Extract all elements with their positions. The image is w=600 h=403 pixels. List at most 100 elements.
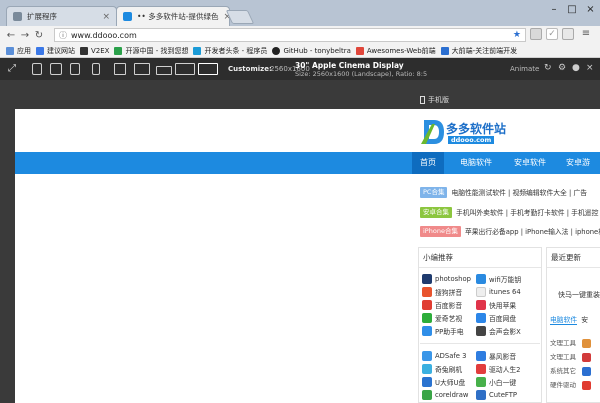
latest-row[interactable]: 系统其它 (550, 364, 591, 378)
check-icon[interactable]: ✓ (546, 28, 558, 40)
device-laptop-icon[interactable] (156, 66, 172, 75)
pick-item[interactable]: 会声会影X (476, 324, 521, 337)
tab-title: •• 多多软件站-提供绿色 (137, 12, 219, 21)
pick-item[interactable]: photoshop (422, 272, 476, 285)
forward-icon[interactable]: → (18, 30, 32, 41)
device-monitor-icon[interactable] (175, 63, 195, 75)
tab-title: 扩展程序 (27, 12, 57, 21)
bookmark-item[interactable]: GitHub - tonybeltra (272, 46, 351, 55)
device-title: 30" Apple Cinema Display (295, 61, 404, 70)
bookmark-item[interactable]: 大前端-关注前端开发 (440, 46, 517, 56)
close-emulator-icon[interactable]: × (586, 63, 594, 73)
mobile-version-link[interactable]: 手机版 (420, 95, 449, 105)
bookmark-item[interactable]: V2EX (80, 46, 109, 55)
device-monitor-icon[interactable] (198, 63, 218, 75)
extension-icon[interactable] (530, 28, 542, 40)
cast-icon[interactable] (562, 28, 574, 40)
android-collection-tag[interactable]: 安卓合集 (420, 206, 452, 218)
pick-item[interactable]: U大师U盘 (422, 375, 476, 388)
address-bar[interactable]: ⓘ www.ddooo.com ★ (54, 28, 526, 42)
latest-row[interactable]: 文理工具 (550, 336, 591, 350)
pick-row: coreldraw CuteFTP (422, 388, 540, 401)
pick-item[interactable]: itunes 64 (476, 285, 521, 298)
pick-item[interactable]: coreldraw (422, 388, 476, 401)
collection-links[interactable]: 苹果出行必备app | iPhone输入法 | iphone相 (465, 226, 600, 236)
device-tablet-icon[interactable] (114, 63, 126, 75)
pick-item[interactable]: 驱动人生2 (476, 362, 521, 375)
fullscreen-icon[interactable]: ⤢ (8, 63, 16, 74)
iphone-collection-row: iPhone合集 苹果出行必备app | iPhone输入法 | iphone相 (420, 225, 600, 237)
window-close-icon[interactable]: × (581, 0, 600, 18)
pick-item[interactable]: 奇兔刷机 (422, 362, 476, 375)
device-tablet-icon[interactable] (134, 63, 150, 75)
app-icon (422, 350, 432, 361)
pick-item[interactable]: wifi万能钥 (476, 272, 521, 285)
close-icon[interactable]: × (102, 12, 110, 22)
reload-icon[interactable]: ↻ (32, 30, 46, 41)
nav-android-software[interactable]: 安卓软件 (506, 152, 554, 174)
back-icon[interactable]: ← (4, 30, 18, 41)
panel-title: 最近更新 (547, 248, 600, 268)
app-icon (422, 312, 432, 323)
bookmark-icon (80, 46, 88, 55)
info-icon[interactable]: ● (572, 63, 580, 73)
tab-ddooo[interactable]: •• 多多软件站-提供绿色 × (116, 6, 230, 26)
app-icon (476, 299, 486, 310)
bookmark-icon (355, 46, 364, 55)
bookmark-item[interactable]: 建议网站 (36, 46, 75, 56)
latest-headline[interactable]: 快马一键重装 (558, 290, 600, 300)
pick-item[interactable]: 百度影音 (422, 298, 476, 311)
pick-item[interactable]: PP助手电 (422, 324, 476, 337)
iphone-collection-tag[interactable]: iPhone合集 (420, 225, 461, 237)
nav-home[interactable]: 首页 (412, 152, 444, 174)
pick-item[interactable]: ADSafe 3 (422, 349, 476, 362)
site-favicon-icon (123, 12, 132, 21)
tab-android[interactable]: 安 (581, 314, 588, 325)
bookmarks-bar: 应用 建议网站 V2EX 开源中国 - 找到您想 开发者头条 - 程序员 Git… (0, 44, 600, 58)
app-icon (476, 325, 486, 336)
customize-label: Customize: (228, 65, 272, 73)
url-text: www.ddooo.com (71, 30, 137, 40)
pc-collection-row: PC合集 电脑性能测试软件 | 视频编辑软件大全 | 广告 (420, 186, 600, 198)
device-phone-icon[interactable] (92, 63, 100, 75)
pick-item[interactable]: CuteFTP (476, 388, 517, 401)
collection-links[interactable]: 电脑性能测试软件 | 视频编辑软件大全 | 广告 (451, 187, 587, 197)
pick-item[interactable]: 快用苹果 (476, 298, 516, 311)
bookmark-item[interactable]: 应用 (6, 46, 31, 56)
pc-collection-tag[interactable]: PC合集 (420, 186, 448, 198)
settings-icon[interactable]: ⚙ (558, 63, 566, 73)
pick-row: 百度影音 快用苹果 (422, 298, 540, 311)
page-info-icon[interactable]: ⓘ (59, 30, 67, 41)
latest-row[interactable]: 硬件驱动 (550, 378, 591, 392)
bookmark-item[interactable]: 开源中国 - 找到您想 (114, 46, 188, 56)
pick-item[interactable]: 小白一键 (476, 375, 516, 388)
rotate-icon[interactable]: ↻ (544, 63, 552, 73)
device-phone-icon[interactable] (50, 63, 62, 75)
app-icon (582, 352, 591, 362)
bookmark-item[interactable]: Awesomes-Web前端 (355, 46, 436, 56)
bookmark-icon (36, 46, 44, 55)
device-phone-icon[interactable] (32, 63, 42, 75)
maximize-icon[interactable]: □ (563, 0, 581, 18)
latest-row[interactable]: 文理工具 (550, 350, 591, 364)
pick-item[interactable]: 搜狗拼音 (422, 285, 476, 298)
nav-android-games[interactable]: 安卓游戏 (558, 152, 600, 189)
bookmark-item[interactable]: 开发者头条 - 程序员 (193, 46, 267, 56)
animate-toggle[interactable]: Animate (510, 65, 539, 73)
pick-item[interactable]: 爱奇艺视 (422, 311, 476, 324)
tab-extensions[interactable]: 扩展程序 × (6, 6, 117, 26)
menu-icon[interactable]: ≡ (580, 28, 592, 40)
pick-item[interactable]: 暴风影音 (476, 349, 516, 362)
collection-links[interactable]: 手机叫外卖软件 | 手机考勤打卡软件 | 手机遥控 (456, 207, 598, 217)
pick-row: 奇兔刷机 驱动人生2 (422, 362, 540, 375)
app-icon (476, 363, 486, 374)
nav-pc-software[interactable]: 电脑软件 (452, 152, 500, 174)
bookmark-star-icon[interactable]: ★ (513, 30, 521, 40)
device-phone-icon[interactable] (70, 63, 80, 75)
editor-picks-list-2: ADSafe 3 暴风影音 奇兔刷机 驱动人生2 U大师U盘 小白一键 core… (422, 349, 540, 401)
minimize-icon[interactable]: – (545, 0, 563, 18)
pick-item[interactable]: 百度网盘 (476, 311, 516, 324)
site-logo[interactable]: 多多软件站 ddooo.com (420, 118, 540, 148)
tab-pc-software[interactable]: 电脑软件 (550, 314, 578, 325)
app-icon (476, 389, 486, 400)
